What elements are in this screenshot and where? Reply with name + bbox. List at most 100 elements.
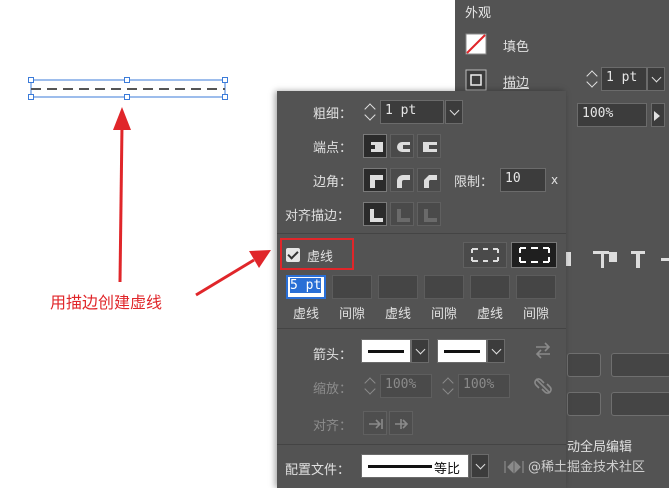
divider xyxy=(277,233,566,234)
divider xyxy=(277,444,566,445)
weight-stepper[interactable] xyxy=(363,100,379,124)
round-join-icon xyxy=(397,175,410,188)
start-arrowhead-select[interactable] xyxy=(361,339,411,363)
cap-label: 端点： xyxy=(313,141,353,156)
gap-field-1[interactable] xyxy=(332,275,372,299)
limit-unit: x xyxy=(551,173,559,187)
corner-label: 边角： xyxy=(313,175,353,190)
arrow-inside-button[interactable] xyxy=(389,411,413,435)
align-stroke-label: 对齐描边： xyxy=(285,209,351,224)
preserve-dash-icon xyxy=(471,248,499,262)
swap-arrowheads-icon[interactable] xyxy=(533,340,553,360)
hidden-button-3[interactable] xyxy=(567,392,601,416)
butt-cap-icon xyxy=(371,142,383,152)
stroke-weight-dropdown[interactable] xyxy=(647,67,665,91)
align-inside-icon xyxy=(397,209,410,222)
projecting-cap-icon xyxy=(423,142,437,152)
fill-none-icon[interactable] xyxy=(465,33,487,55)
selection-handle[interactable] xyxy=(222,77,228,83)
miter-join-button[interactable] xyxy=(363,168,387,192)
fill-label: 填色 xyxy=(503,40,530,55)
align-dash-corners-button[interactable] xyxy=(511,242,557,268)
arrowhead-label: 箭头： xyxy=(313,348,353,363)
miter-join-icon xyxy=(370,175,383,188)
align-dash-corners-icon xyxy=(519,247,550,263)
stroke-weight-stepper[interactable] xyxy=(585,67,601,91)
scale-end-stepper[interactable] xyxy=(441,374,457,398)
stroke-panel: 粗细： 1 pt 端点： 边角： 限制： 10 x 对齐描边： 虚线 5 pt … xyxy=(277,91,566,488)
end-arrowhead-select[interactable] xyxy=(437,339,487,363)
hidden-button-4[interactable] xyxy=(611,392,669,416)
dashed-checkbox[interactable] xyxy=(286,248,300,262)
align-icons-row[interactable] xyxy=(565,248,669,272)
butt-cap-button[interactable] xyxy=(363,134,387,158)
gap-field-3[interactable] xyxy=(516,275,556,299)
round-cap-icon xyxy=(397,142,410,152)
gap-label-1: 间隙 xyxy=(338,307,365,322)
weight-dropdown[interactable] xyxy=(445,100,463,124)
dashed-label: 虚线 xyxy=(307,250,334,265)
scale-start-field[interactable]: 100% xyxy=(380,374,432,398)
annotation-label: 用描边创建虚线 xyxy=(50,293,163,312)
divider xyxy=(277,328,566,329)
dash-field-3[interactable] xyxy=(470,275,510,299)
arrow-inside-icon xyxy=(395,419,409,429)
dash-field-1[interactable]: 5 pt xyxy=(286,275,326,299)
dash-label-3: 虚线 xyxy=(476,307,503,322)
stroke-link[interactable]: 描边 xyxy=(503,72,529,91)
dash-field-2[interactable] xyxy=(378,275,418,299)
flip-profile-icon[interactable] xyxy=(503,458,525,476)
weight-label: 粗细： xyxy=(313,107,353,122)
annotation-arrowhead-right xyxy=(249,250,271,268)
annotation-arrow-right xyxy=(195,258,255,297)
selection-handle[interactable] xyxy=(222,94,228,100)
global-edit-label[interactable]: 动全局编辑 xyxy=(567,436,632,455)
dash-label-1: 虚线 xyxy=(292,307,319,322)
annotation-arrow-up xyxy=(118,124,124,283)
round-join-button[interactable] xyxy=(390,168,414,192)
profile-label: 配置文件： xyxy=(285,463,351,478)
selection-handle[interactable] xyxy=(124,77,130,83)
gap-field-2[interactable] xyxy=(424,275,464,299)
annotation-arrowhead-up xyxy=(113,107,131,130)
limit-field[interactable]: 10 xyxy=(500,168,546,192)
weight-field[interactable]: 1 pt xyxy=(380,100,444,124)
selection-handle[interactable] xyxy=(28,77,34,83)
profile-dropdown[interactable] xyxy=(471,454,489,478)
watermark: @稀土掘金技术社区 xyxy=(528,460,646,475)
profile-value: 等比 xyxy=(434,462,461,477)
align-center-button[interactable] xyxy=(363,202,387,226)
start-arrowhead-dropdown[interactable] xyxy=(411,339,429,363)
align-outside-button[interactable] xyxy=(417,202,441,226)
end-arrowhead-dropdown[interactable] xyxy=(487,339,505,363)
appearance-title: 外观 xyxy=(465,6,492,21)
preserve-dash-button[interactable] xyxy=(463,242,507,268)
scale-label: 缩放： xyxy=(313,382,353,397)
gap-label-2: 间隙 xyxy=(430,307,457,322)
profile-select[interactable]: 等比 xyxy=(361,454,469,478)
projecting-cap-button[interactable] xyxy=(417,134,441,158)
stroke-weight-field[interactable]: 1 pt xyxy=(601,67,647,91)
opacity-arrow-button[interactable] xyxy=(651,103,665,127)
link-scale-icon[interactable] xyxy=(533,376,553,396)
bevel-join-button[interactable] xyxy=(417,168,441,192)
limit-label: 限制： xyxy=(454,175,494,190)
arrow-extend-icon xyxy=(369,419,383,429)
stroke-swatch-icon[interactable] xyxy=(465,69,487,91)
arrow-extend-button[interactable] xyxy=(363,411,387,435)
align-outside-icon xyxy=(424,209,437,222)
arrow-align-label: 对齐： xyxy=(313,419,353,434)
bevel-join-icon xyxy=(424,175,437,188)
round-cap-button[interactable] xyxy=(390,134,414,158)
selection-handle[interactable] xyxy=(28,94,34,100)
dash-label-2: 虚线 xyxy=(384,307,411,322)
align-inside-button[interactable] xyxy=(390,202,414,226)
selection-handle[interactable] xyxy=(124,94,130,100)
scale-end-field[interactable]: 100% xyxy=(458,374,510,398)
align-center-icon xyxy=(370,209,383,222)
hidden-button-2[interactable] xyxy=(611,353,669,377)
opacity-field[interactable]: 100% xyxy=(577,103,647,127)
gap-label-3: 间隙 xyxy=(522,307,549,322)
scale-start-stepper[interactable] xyxy=(363,374,379,398)
hidden-button-1[interactable] xyxy=(567,353,601,377)
